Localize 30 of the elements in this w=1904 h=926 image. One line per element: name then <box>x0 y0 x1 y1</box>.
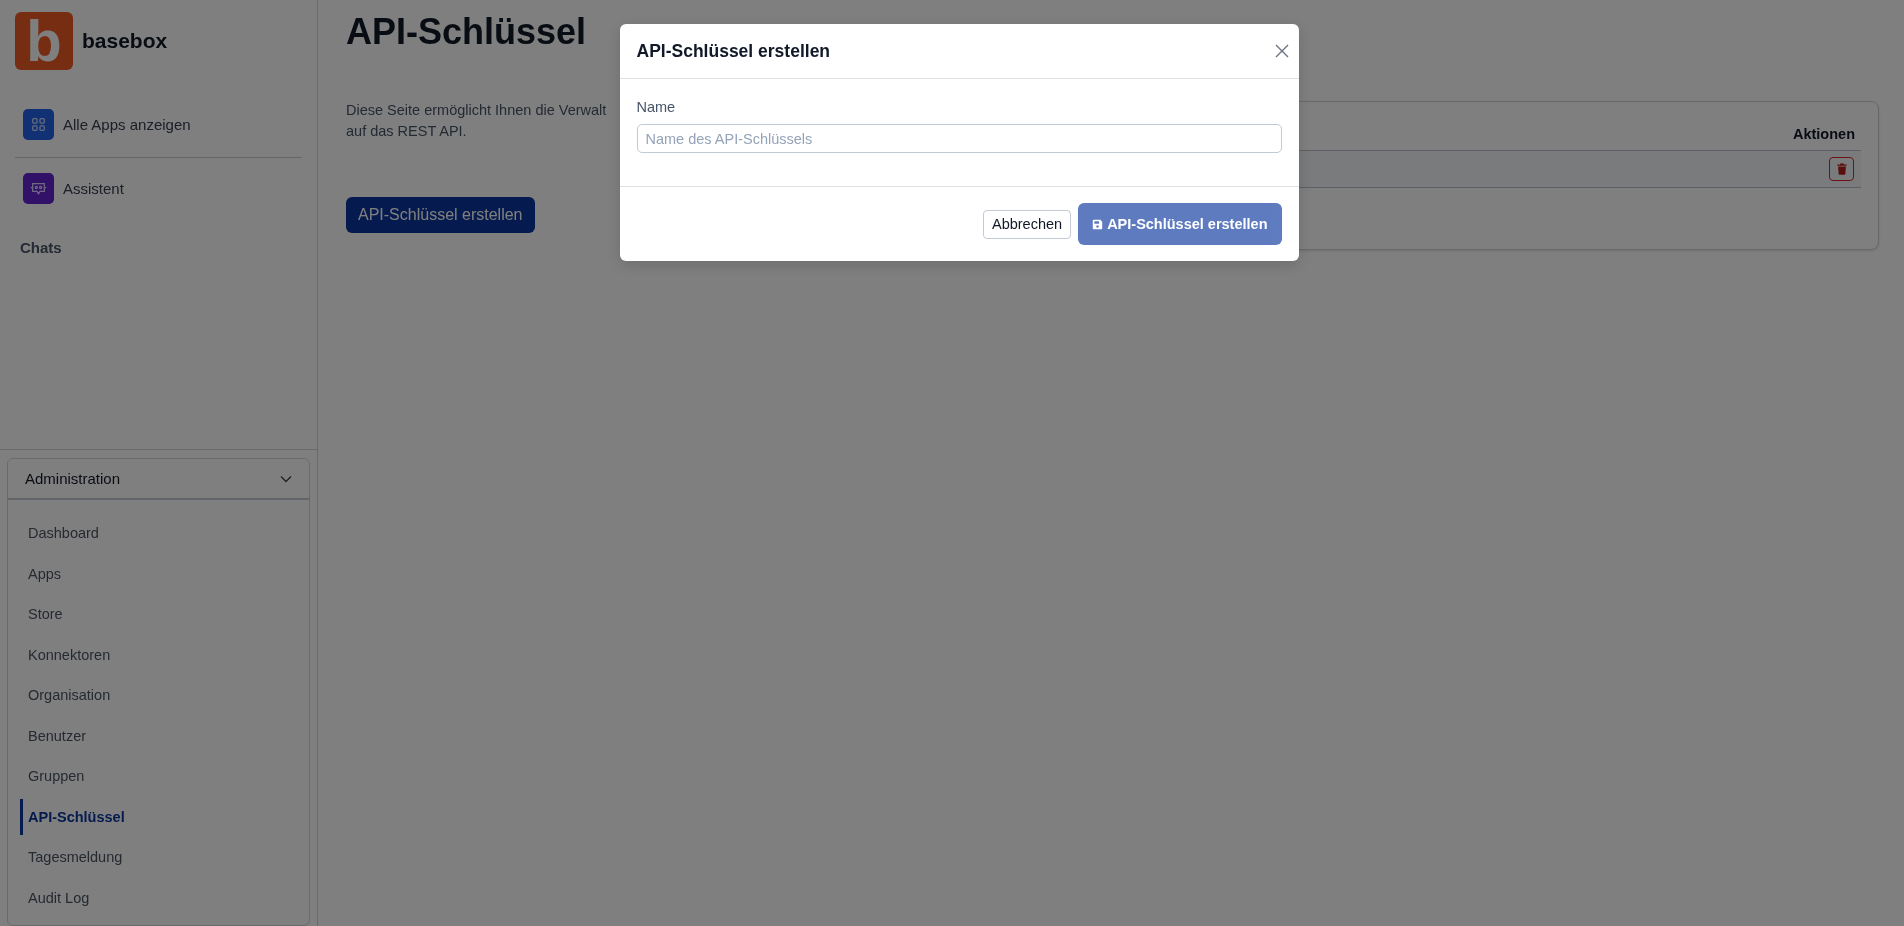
nav-item[interactable]: API-Schlüssel <box>20 798 133 835</box>
nav-link[interactable]: Assistent <box>15 168 302 209</box>
page-title: API-Schlüssel <box>346 10 587 54</box>
field-label: Name <box>636 98 676 117</box>
description-text: Diese Seite ermöglicht Ihnen die Verwalt auf das REST API. <box>346 101 607 141</box>
nav-item[interactable]: Benutzer <box>20 717 95 754</box>
accordion-header[interactable]: Administration <box>8 459 309 500</box>
grid-icon <box>23 109 54 140</box>
name-input[interactable]: Name des API-Schlüssels <box>636 124 1282 153</box>
cancel-button[interactable]: Abbrechen <box>983 209 1072 239</box>
nav-item[interactable]: Apps <box>20 555 70 592</box>
nav-item[interactable]: Gruppen <box>20 758 93 794</box>
nav-item[interactable]: Konnektoren <box>20 636 119 673</box>
section-title: Chats <box>20 238 62 258</box>
save-icon <box>1092 218 1104 230</box>
nav-item[interactable]: Audit Log <box>20 879 98 916</box>
delete-button[interactable] <box>1829 157 1854 181</box>
chevron-down-icon <box>280 474 292 483</box>
trash-icon <box>1836 163 1847 175</box>
close-icon[interactable] <box>1274 44 1289 58</box>
nav-item[interactable]: Store <box>20 596 71 632</box>
modal-title: API-Schlüssel erstellen <box>636 40 831 62</box>
nav-item[interactable]: Tagesmeldung <box>20 839 131 875</box>
brand-name: basebox <box>82 29 168 53</box>
nav-item[interactable]: Organisation <box>20 677 119 713</box>
robot-chat-icon <box>23 173 54 204</box>
nav-item[interactable]: Dashboard <box>20 515 107 551</box>
logo-mark[interactable]: b <box>15 12 73 70</box>
create-key-button[interactable]: API-Schlüssel erstellen <box>346 197 535 233</box>
nav-link[interactable]: Alle Apps anzeigen <box>15 104 302 145</box>
